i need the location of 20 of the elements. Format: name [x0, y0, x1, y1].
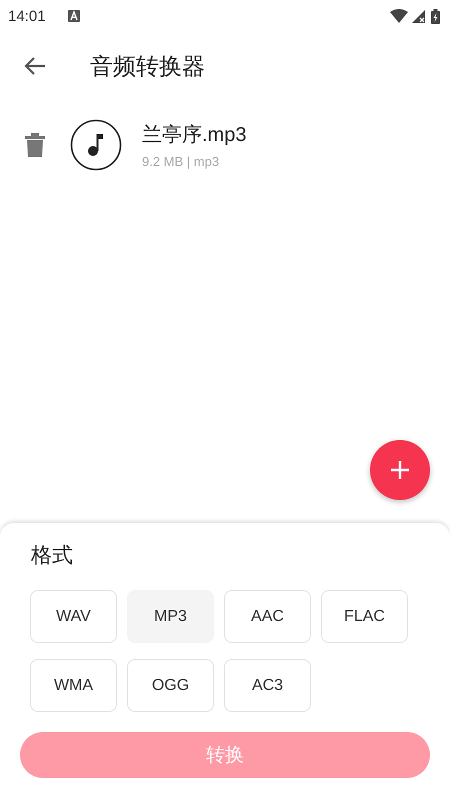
- toolbar-title: 音频转换器: [90, 52, 205, 82]
- notification-icon: [68, 10, 80, 22]
- file-name: 兰亭序.mp3: [142, 123, 246, 148]
- delete-button[interactable]: [24, 133, 46, 157]
- plus-icon: [390, 460, 410, 480]
- signal-icon: [412, 10, 425, 22]
- music-note-icon: [70, 119, 122, 171]
- wifi-icon: [390, 9, 408, 23]
- format-button[interactable]: OGG: [127, 659, 214, 712]
- format-button[interactable]: AC3: [224, 659, 311, 712]
- battery-icon: [431, 8, 440, 24]
- sheet-title: 格式: [31, 542, 74, 569]
- format-button[interactable]: AAC: [224, 590, 311, 643]
- status-time: 14:01: [8, 8, 46, 24]
- format-button[interactable]: FLAC: [321, 590, 408, 643]
- format-button[interactable]: WAV: [30, 590, 117, 643]
- add-button[interactable]: [370, 440, 430, 500]
- file-details: 9.2 MB | mp3: [142, 154, 220, 169]
- format-button[interactable]: WMA: [30, 659, 117, 712]
- trash-icon: [24, 133, 46, 157]
